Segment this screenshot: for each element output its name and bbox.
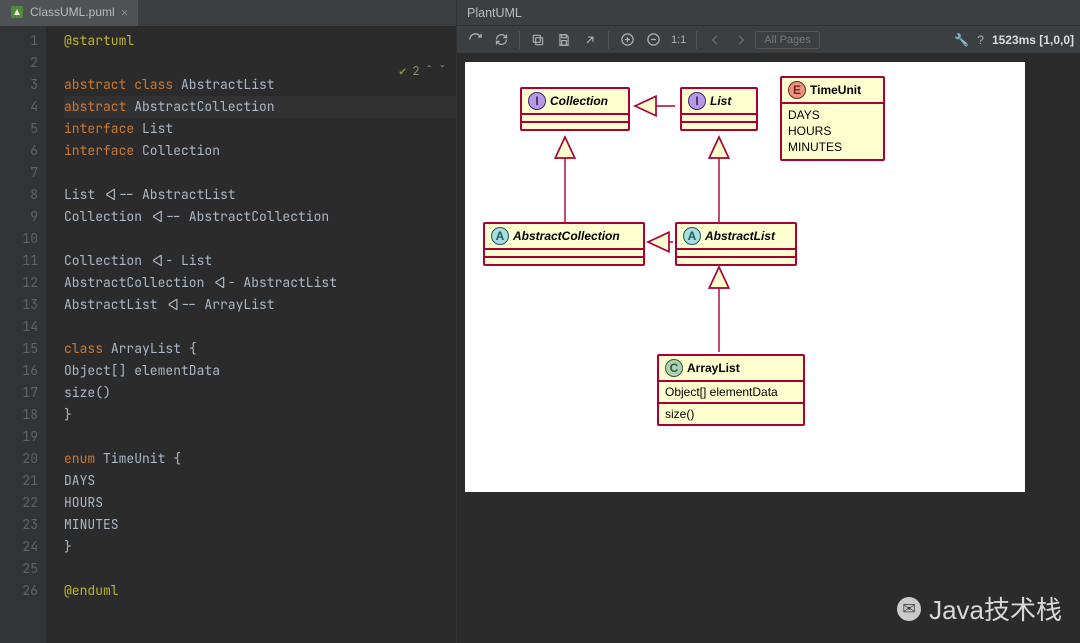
zoom-in-icon[interactable]: [615, 29, 639, 51]
zoom-actual-button[interactable]: 1:1: [667, 29, 690, 51]
code-line[interactable]: abstract AbstractCollection: [64, 96, 456, 118]
interface-badge-icon: I: [528, 92, 546, 110]
uml-field: Object[] elementData: [659, 382, 803, 404]
enum-value: MINUTES: [788, 139, 877, 155]
code-line[interactable]: Collection <|-- AbstractCollection: [64, 206, 456, 228]
abstract-badge-icon: A: [683, 227, 701, 245]
interface-badge-icon: I: [688, 92, 706, 110]
close-icon[interactable]: ×: [121, 5, 129, 20]
code-line[interactable]: abstract class AbstractList: [64, 74, 456, 96]
code-line[interactable]: [64, 316, 456, 338]
uml-enum-timeunit: E TimeUnit DAYS HOURS MINUTES: [780, 76, 885, 161]
code-line[interactable]: interface List: [64, 118, 456, 140]
code-line[interactable]: }: [64, 404, 456, 426]
class-badge-icon: C: [665, 359, 683, 377]
code-line[interactable]: }: [64, 536, 456, 558]
next-problem-icon[interactable]: ˇ: [439, 60, 446, 82]
code-line[interactable]: class ArrayList {: [64, 338, 456, 360]
refresh-icon[interactable]: [463, 29, 487, 51]
uml-interface-list: I List: [680, 87, 758, 131]
preview-title: PlantUML: [467, 6, 522, 20]
code-line[interactable]: Collection <|- List: [64, 250, 456, 272]
code-line[interactable]: [64, 228, 456, 250]
code-line[interactable]: AbstractList <|-- ArrayList: [64, 294, 456, 316]
auto-refresh-icon[interactable]: [489, 29, 513, 51]
uml-abstract-abstractlist: A AbstractList: [675, 222, 797, 266]
file-tab-label: ClassUML.puml: [30, 5, 115, 19]
editor-tabbar: ClassUML.puml ×: [0, 0, 456, 26]
code-editor[interactable]: 1234567891011121314151617181920212223242…: [0, 26, 456, 643]
code-line[interactable]: MINUTES: [64, 514, 456, 536]
code-line[interactable]: AbstractCollection <|- AbstractList: [64, 272, 456, 294]
render-status: 1523ms [1,0,0]: [992, 33, 1074, 47]
wechat-icon: ✉: [897, 597, 921, 621]
export-icon[interactable]: [578, 29, 602, 51]
abstract-badge-icon: A: [491, 227, 509, 245]
diagram-canvas: ICollection IList ETimeUnit DAYS HOURS M: [465, 62, 1025, 492]
preview-toolbar: 1:1 All Pages 🔧 ? 1523ms [1,0,0]: [457, 26, 1080, 54]
zoom-out-icon[interactable]: [641, 29, 665, 51]
copy-icon[interactable]: [526, 29, 550, 51]
code-line[interactable]: @enduml: [64, 580, 456, 602]
uml-interface-collection: I Collection: [520, 87, 630, 131]
enum-badge-icon: E: [788, 81, 806, 99]
code-line[interactable]: DAYS: [64, 470, 456, 492]
uml-name: AbstractList: [705, 229, 775, 243]
save-icon[interactable]: [552, 29, 576, 51]
line-gutter: 1234567891011121314151617181920212223242…: [0, 26, 46, 643]
code-line[interactable]: [64, 426, 456, 448]
diagram-viewport[interactable]: ICollection IList ETimeUnit DAYS HOURS M: [457, 54, 1080, 643]
inspection-hints[interactable]: ✔ 2 ˆ ˇ: [399, 60, 446, 82]
watermark-text: Java技术栈: [929, 590, 1062, 627]
file-tab[interactable]: ClassUML.puml ×: [0, 0, 138, 26]
help-icon[interactable]: ?: [977, 33, 984, 47]
uml-name: Collection: [550, 94, 608, 108]
uml-name: List: [710, 94, 731, 108]
inspection-check-icon: ✔: [399, 60, 406, 82]
code-line[interactable]: List <|-- AbstractList: [64, 184, 456, 206]
code-line[interactable]: enum TimeUnit {: [64, 448, 456, 470]
uml-name: TimeUnit: [810, 83, 861, 97]
code-line[interactable]: interface Collection: [64, 140, 456, 162]
uml-name: AbstractCollection: [513, 229, 620, 243]
plantuml-file-icon: [10, 5, 24, 19]
watermark: ✉ Java技术栈: [897, 590, 1062, 627]
enum-value: HOURS: [788, 123, 877, 139]
inspection-count: 2: [412, 60, 419, 82]
preview-titlebar: PlantUML: [457, 0, 1080, 26]
code-line[interactable]: Object[] elementData: [64, 360, 456, 382]
uml-name: ArrayList: [687, 361, 740, 375]
prev-problem-icon[interactable]: ˆ: [426, 60, 433, 82]
code-area[interactable]: @startuml abstract class AbstractListabs…: [46, 26, 456, 643]
code-line[interactable]: [64, 52, 456, 74]
next-page-icon[interactable]: [729, 29, 753, 51]
code-line[interactable]: size(): [64, 382, 456, 404]
code-line[interactable]: @startuml: [64, 30, 456, 52]
settings-icon[interactable]: 🔧: [954, 33, 969, 47]
uml-abstract-abstractcollection: A AbstractCollection: [483, 222, 645, 266]
prev-page-icon[interactable]: [703, 29, 727, 51]
uml-method: size(): [659, 404, 803, 424]
enum-value: DAYS: [788, 107, 877, 123]
code-line[interactable]: [64, 558, 456, 580]
code-line[interactable]: [64, 162, 456, 184]
all-pages-button[interactable]: All Pages: [755, 31, 819, 49]
uml-class-arraylist: C ArrayList Object[] elementData size(): [657, 354, 805, 426]
code-line[interactable]: HOURS: [64, 492, 456, 514]
